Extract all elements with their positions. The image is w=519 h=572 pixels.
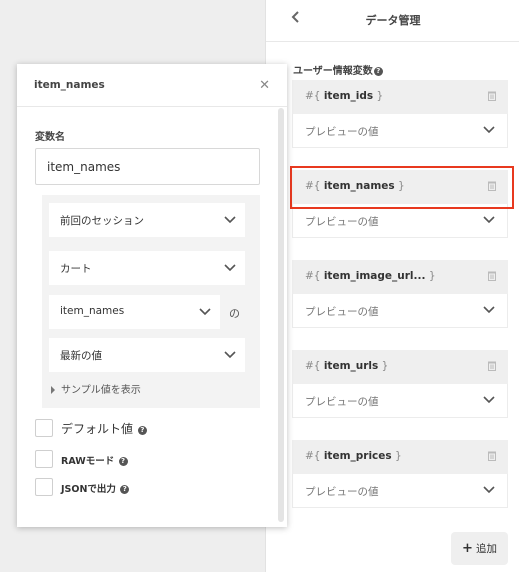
variable-card: #{ item_image_url... } プレビューの値	[292, 260, 508, 328]
chevron-down-icon	[483, 306, 495, 314]
variable-card: #{ item_ids } プレビューの値	[292, 80, 508, 148]
triangle-right-icon	[51, 386, 55, 394]
chevron-down-icon	[224, 264, 236, 272]
variable-editor-modal: item_names ✕ 変数名 前回のセッション カート item_names…	[17, 64, 287, 527]
field-suffix: の	[229, 307, 240, 320]
chevron-down-icon	[483, 396, 495, 404]
variable-card-header: #{ item_prices }	[292, 440, 508, 474]
panel-title: データ管理	[365, 14, 421, 27]
section-title: ユーザー情報変数?	[293, 62, 383, 77]
json-output-checkbox[interactable]	[35, 478, 53, 496]
trash-icon[interactable]	[488, 91, 496, 101]
default-value-label: デフォルト値	[61, 422, 134, 436]
sample-toggle[interactable]: サンプル値を表示	[51, 381, 141, 396]
trash-icon[interactable]	[488, 361, 496, 371]
preview-value: プレビューの値	[305, 306, 379, 318]
variable-name: item_prices	[323, 450, 392, 462]
preview-value: プレビューの値	[305, 396, 379, 408]
raw-mode-label: RAWモード	[61, 456, 115, 467]
preview-value: プレビューの値	[305, 126, 379, 138]
default-value-checkbox[interactable]	[35, 419, 53, 437]
raw-mode-checkbox[interactable]	[35, 450, 53, 468]
preview-select[interactable]: プレビューの値	[292, 474, 508, 508]
chevron-down-icon	[199, 308, 211, 316]
session-select[interactable]: 前回のセッション	[49, 203, 245, 237]
preview-select[interactable]: プレビューの値	[292, 294, 508, 328]
help-icon[interactable]: ?	[118, 457, 128, 466]
scrollbar[interactable]	[278, 108, 284, 522]
preview-value: プレビューの値	[305, 486, 379, 498]
variable-card-header: #{ item_image_url... }	[292, 260, 508, 294]
preview-select[interactable]: プレビューの値	[292, 384, 508, 418]
plus-icon: +	[462, 541, 473, 556]
chevron-down-icon	[483, 126, 495, 134]
preview-select[interactable]: プレビューの値	[292, 114, 508, 148]
variable-name: item_urls	[323, 360, 379, 372]
trash-icon[interactable]	[488, 271, 496, 281]
chevron-down-icon	[483, 216, 495, 224]
source-config-group: 前回のセッション カート item_names の 最新の値 サンプル値を表示	[42, 195, 260, 408]
chevron-down-icon	[224, 216, 236, 224]
variable-name: item_image_url...	[323, 270, 426, 282]
var-name-input[interactable]	[35, 148, 260, 185]
trash-icon[interactable]	[488, 451, 496, 461]
close-icon[interactable]: ✕	[259, 78, 270, 93]
modal-title: item_names	[34, 79, 105, 91]
chevron-down-icon	[224, 351, 236, 359]
preview-select[interactable]: プレビューの値	[292, 204, 508, 238]
add-button[interactable]: + 追加	[451, 532, 508, 565]
chevron-down-icon	[483, 486, 495, 494]
modal-header: item_names ✕	[17, 64, 287, 107]
preview-value: プレビューの値	[305, 216, 379, 228]
help-icon[interactable]: ?	[120, 485, 130, 494]
json-output-label: JSONで出力	[61, 484, 116, 495]
highlight-box	[290, 166, 514, 209]
panel-header: データ管理	[266, 0, 519, 42]
source-select[interactable]: カート	[49, 251, 245, 285]
aggregate-select[interactable]: 最新の値	[49, 338, 245, 372]
variable-card-header: #{ item_ids }	[292, 80, 508, 114]
var-name-label: 変数名	[35, 132, 65, 143]
variable-card: #{ item_prices } プレビューの値	[292, 440, 508, 508]
variable-card-header: #{ item_urls }	[292, 350, 508, 384]
help-icon[interactable]: ?	[373, 67, 383, 76]
variable-card: #{ item_urls } プレビューの値	[292, 350, 508, 418]
field-select[interactable]: item_names	[49, 295, 220, 329]
help-icon[interactable]: ?	[137, 426, 147, 435]
variable-name: item_ids	[323, 90, 374, 102]
